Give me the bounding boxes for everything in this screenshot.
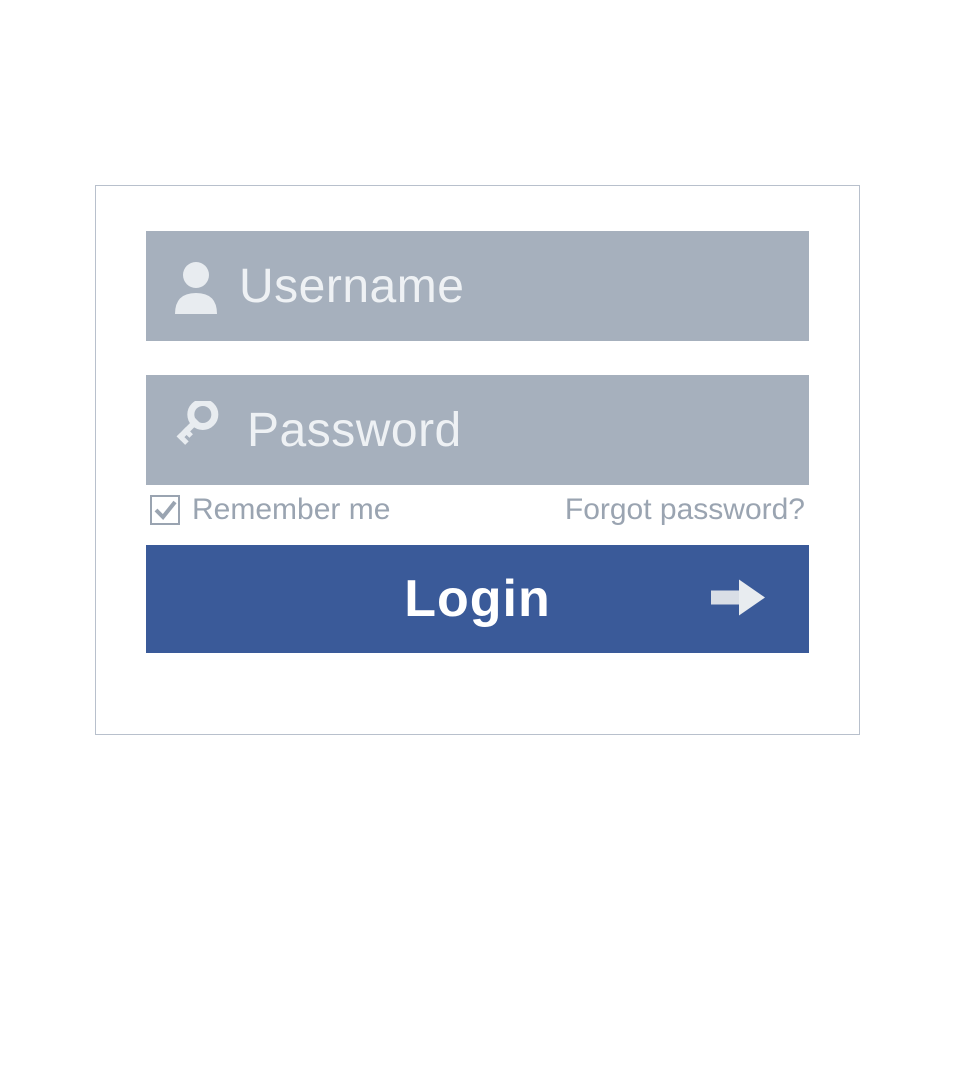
options-row: Remember me Forgot password? [146, 493, 809, 527]
checkmark-icon [153, 498, 177, 522]
username-input[interactable] [239, 259, 860, 314]
password-input[interactable] [247, 403, 868, 458]
login-button[interactable]: Login [146, 545, 809, 653]
remember-me-label: Remember me [192, 493, 390, 527]
key-icon [171, 401, 229, 459]
password-row [146, 375, 809, 485]
login-button-label: Login [404, 569, 551, 629]
checkbox-box [150, 495, 180, 525]
forgot-password-link[interactable]: Forgot password? [565, 493, 805, 527]
login-form: Remember me Forgot password? Login [95, 185, 860, 735]
arrow-right-icon [709, 578, 767, 621]
user-icon [171, 259, 221, 314]
username-row [146, 231, 809, 341]
remember-me-checkbox[interactable]: Remember me [150, 493, 390, 527]
